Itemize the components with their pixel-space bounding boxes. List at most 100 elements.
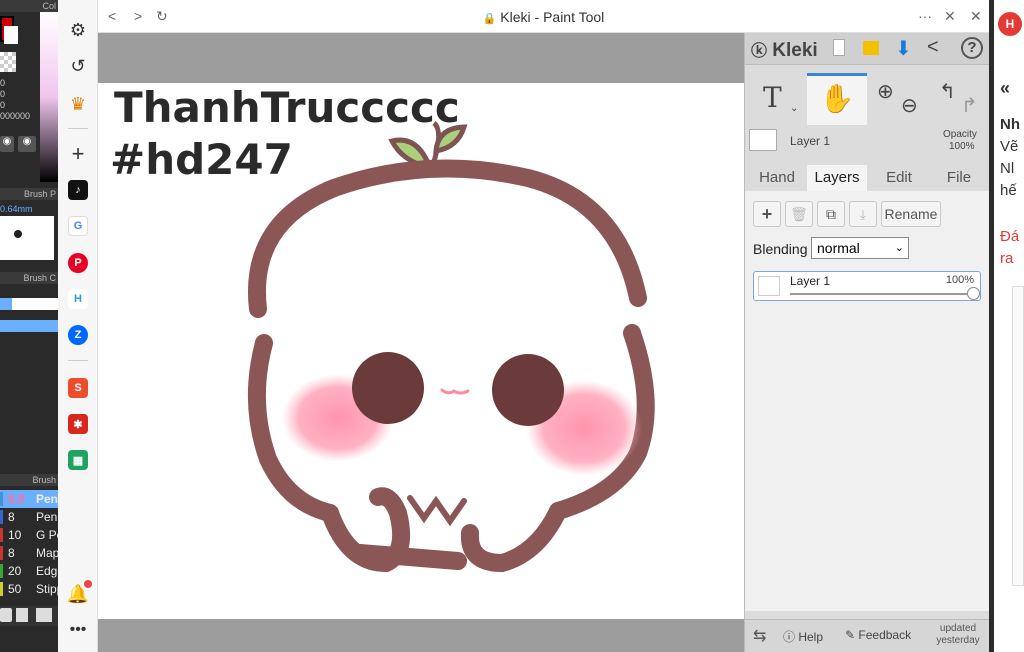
undo-icon[interactable]: ↰ bbox=[939, 79, 956, 104]
drawing-canvas[interactable]: ThanhTruccccc #hd247 bbox=[98, 83, 744, 619]
layer-item-name: Layer 1 bbox=[790, 274, 831, 288]
tool-row: T ⌄ ✋ ⊕ ⊖ ↰ ↱ bbox=[745, 73, 990, 125]
brush-preview-header: Brush P bbox=[0, 188, 58, 200]
brush-settings-icon[interactable] bbox=[0, 608, 12, 622]
left-paint-app: Col 0 0 0 000000 ◉ ◉ Brush P 0.64mm Brush C… bbox=[0, 0, 58, 652]
text-tool-icon[interactable]: T bbox=[763, 81, 782, 114]
brush-item[interactable]: 8 Pen bbox=[0, 508, 58, 526]
brush-color-bar-white[interactable] bbox=[12, 298, 58, 310]
double-chevron-icon[interactable]: « bbox=[1000, 78, 1010, 99]
brush-dot bbox=[14, 230, 22, 238]
brush-size: 8.8 bbox=[8, 492, 25, 506]
color-values: 0 0 0 000000 bbox=[0, 78, 31, 121]
brushes-header: Brush bbox=[0, 474, 58, 486]
opacity-value: 100% bbox=[949, 141, 975, 152]
layer-opacity-knob[interactable] bbox=[967, 287, 980, 300]
sheets-icon[interactable]: ▦ bbox=[68, 450, 88, 470]
shopee-icon[interactable]: S bbox=[68, 378, 88, 398]
open-folder-icon[interactable] bbox=[863, 41, 879, 55]
swap-icon[interactable]: ⇆ bbox=[753, 626, 766, 646]
tiktok-icon[interactable]: ♪ bbox=[68, 180, 88, 200]
right-webpage: H « Nh Vẽ Nl hế Đá ra bbox=[989, 0, 1024, 652]
brush-menu-icon[interactable] bbox=[36, 608, 52, 622]
new-file-icon[interactable] bbox=[833, 39, 845, 56]
games-icon[interactable]: ✱ bbox=[68, 414, 88, 434]
brush-item[interactable]: 20 Edge bbox=[0, 562, 58, 580]
brush-item[interactable]: 8.8 Pen bbox=[0, 490, 58, 508]
more-icon[interactable]: ••• bbox=[66, 618, 90, 642]
blending-label: Blending bbox=[753, 241, 808, 257]
brush-name: Stipp bbox=[36, 582, 58, 596]
h-app-icon[interactable]: H bbox=[68, 289, 88, 309]
transparency-swatch[interactable] bbox=[0, 52, 16, 72]
brush-item[interactable]: 10 G Pe bbox=[0, 526, 58, 544]
brush-color-swatch bbox=[0, 510, 3, 524]
brush-color-header: Brush C bbox=[0, 272, 58, 284]
close-icon[interactable]: ✕ bbox=[970, 8, 982, 25]
layer-item-thumbnail bbox=[758, 276, 780, 296]
add-layer-button[interactable]: + bbox=[753, 201, 781, 227]
brush-name: Edge bbox=[36, 564, 58, 578]
redo-icon[interactable]: ↱ bbox=[961, 93, 978, 118]
brush-size: 10 bbox=[8, 528, 22, 542]
brush-color-swatch bbox=[0, 564, 3, 578]
zoom-out-icon[interactable]: ⊖ bbox=[901, 93, 918, 118]
tab-file[interactable]: File bbox=[931, 165, 987, 191]
crown-icon[interactable]: ♛ bbox=[66, 92, 90, 116]
brush-size: 50 bbox=[8, 582, 22, 596]
rename-button[interactable]: Rename bbox=[881, 201, 941, 227]
hand-tool-icon[interactable]: ✋ bbox=[807, 73, 867, 125]
delete-layer-button[interactable]: 🗑 bbox=[785, 201, 813, 227]
duplicate-layer-button[interactable]: ⧉ bbox=[817, 201, 845, 227]
color-spectrum[interactable] bbox=[40, 12, 58, 182]
brush-color-swatch bbox=[0, 528, 3, 542]
kleki-footer: ⇆ ⓘ Help ✎ Feedback updated yesterday bbox=[745, 619, 990, 652]
tab-layers[interactable]: Layers bbox=[807, 165, 867, 191]
feedback-link[interactable]: ✎ Feedback bbox=[845, 628, 911, 642]
brush-item[interactable]: 8 Map bbox=[0, 544, 58, 562]
brush-name: Map bbox=[36, 546, 58, 560]
brush-color-swatch bbox=[0, 582, 3, 596]
current-layer-name: Layer 1 bbox=[790, 134, 831, 148]
chevron-down-icon[interactable]: ⌄ bbox=[790, 103, 798, 114]
zoom-in-icon[interactable]: ⊕ bbox=[877, 79, 894, 104]
brush-item[interactable]: 50 Stipp bbox=[0, 580, 58, 598]
layer-item[interactable]: Layer 1 100% bbox=[753, 271, 981, 301]
tab-edit[interactable]: Edit bbox=[871, 165, 927, 191]
tab-hand[interactable]: Hand bbox=[749, 165, 805, 191]
opacity-label: Opacity bbox=[943, 129, 977, 140]
gear-icon[interactable]: ⚙ bbox=[66, 18, 90, 42]
canvas-area[interactable]: ThanhTruccccc #hd247 bbox=[98, 33, 744, 652]
help-circle-icon[interactable]: ? bbox=[961, 37, 983, 59]
page-text: Nh Vẽ Nl hế bbox=[1000, 116, 1020, 199]
pin-icon[interactable]: ✕ bbox=[944, 8, 956, 25]
kleki-logo: ⓚ Kleki bbox=[751, 40, 818, 61]
new-brush-icon[interactable] bbox=[16, 608, 28, 622]
download-icon[interactable]: ⬇ bbox=[895, 36, 912, 61]
blending-select[interactable]: normal ⌄ bbox=[811, 237, 909, 259]
updated-label: updated yesterday bbox=[936, 623, 980, 646]
plus-icon[interactable]: + bbox=[66, 141, 90, 166]
brush-toolbar bbox=[0, 606, 58, 626]
help-link[interactable]: ⓘ Help bbox=[783, 628, 823, 645]
site-logo[interactable]: H bbox=[998, 12, 1022, 36]
brush-size: 8 bbox=[8, 510, 15, 524]
layer-opacity-track[interactable] bbox=[790, 293, 974, 295]
page-content-box bbox=[1012, 286, 1024, 586]
page-red-text: Đá ra bbox=[1000, 228, 1020, 267]
brush-size: 20 bbox=[8, 564, 22, 578]
zalo-icon[interactable]: Z bbox=[68, 325, 88, 345]
menu-dots-icon[interactable]: ··· bbox=[918, 8, 932, 24]
palette-add-icon[interactable]: ◉ bbox=[18, 136, 36, 152]
pinterest-icon[interactable]: P bbox=[68, 253, 88, 273]
background-color-swatch[interactable] bbox=[4, 26, 18, 44]
palette-icon[interactable]: ◉ bbox=[0, 136, 14, 152]
history-icon[interactable]: ↺ bbox=[66, 54, 90, 78]
brush-name: Pen bbox=[36, 492, 58, 506]
brush-slider[interactable] bbox=[0, 320, 58, 332]
window-title: 🔒 Kleki - Paint Tool bbox=[98, 9, 989, 25]
brush-color-bar-blue[interactable] bbox=[0, 298, 12, 310]
google-icon[interactable]: G bbox=[68, 216, 88, 236]
share-icon[interactable]: < bbox=[927, 36, 939, 59]
merge-layer-button[interactable]: ⤓ bbox=[849, 201, 877, 227]
